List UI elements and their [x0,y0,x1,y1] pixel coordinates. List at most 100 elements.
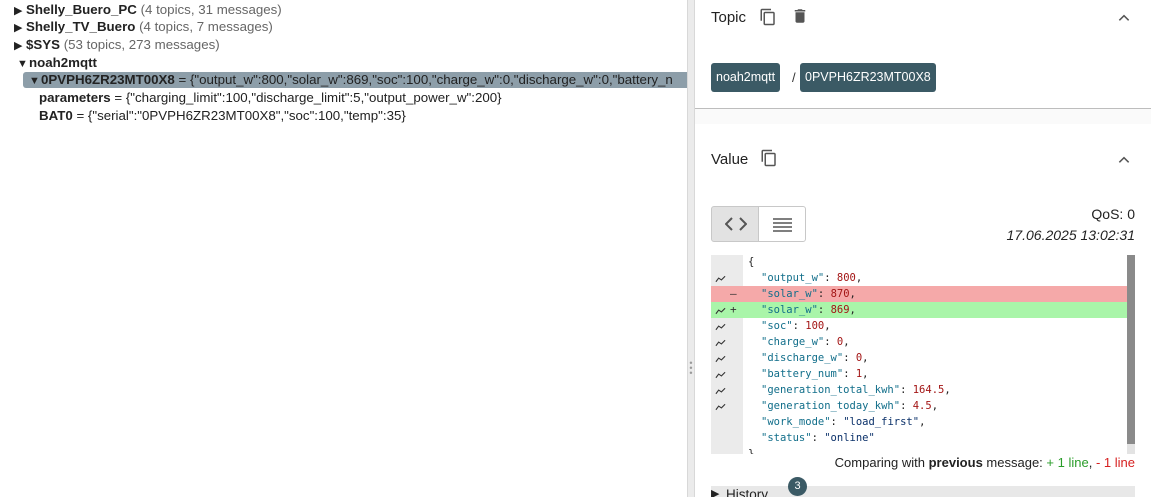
diff-line-code: "status": "online" [761,432,875,444]
tree-node-sys[interactable]: ▶ $SYS (53 topics, 273 messages) [14,36,220,54]
diff-line: "work_mode": "load_first", [711,414,1127,430]
copy-icon[interactable] [759,8,777,26]
tree-node-name: parameters [39,90,111,105]
diff-line-code: "solar_w": 869, [761,304,856,316]
tree-node-meta: (53 topics, 273 messages) [63,37,220,52]
selected-row-content: ▼0PVPH6ZR23MT00X8 = {"output_w":800,"sol… [23,72,687,88]
code-icon [725,217,747,231]
diff-line: "charge_w": 0, [711,334,1127,350]
tree-node-meta: (4 topics, 7 messages) [139,19,273,34]
message-timestamp: 17.06.2025 13:02:31 [1006,227,1135,243]
diff-gutter-cell: – [711,286,743,302]
diff-gutter-cell [711,350,743,366]
panel-splitter[interactable]: • • • [687,0,695,497]
qos-label: QoS: 0 [1091,206,1135,222]
tree-node-value: = {"output_w":800,"solar_w":869,"soc":10… [178,72,673,87]
diff-line-code: "discharge_w": 0, [761,352,869,364]
diff-line-code: "battery_num": 1, [761,368,869,380]
diff-gutter-cell [711,446,743,454]
tree-node-meta: (4 topics, 31 messages) [140,2,282,17]
topic-card: Topic noah2mqtt / 0PVPH6ZR23MT00X8 [695,0,1151,109]
diff-line-added: + "solar_w": 869, [711,302,1127,318]
collapse-arrow-icon[interactable]: ▼ [17,55,29,73]
diff-line: "discharge_w": 0, [711,350,1127,366]
list-icon [773,218,792,232]
raw-view-toggle[interactable] [758,206,806,242]
tree-node-noah2mqtt[interactable]: ▼noah2mqtt [17,54,97,72]
diff-line: "status": "online" [711,430,1127,446]
diff-gutter-cell [711,334,743,350]
breadcrumb-chip-device[interactable]: 0PVPH6ZR23MT00X8 [800,63,936,92]
added-count: + 1 line [1046,455,1089,470]
diff-line-code: "generation_total_kwh": 164.5, [761,384,951,396]
diff-line: "generation_total_kwh": 164.5, [711,382,1127,398]
diff-gutter-cell [711,255,743,270]
diff-gutter-cell [711,366,743,382]
tree-node-name: 0PVPH6ZR23MT00X8 [41,72,175,87]
tree-node-name: Shelly_TV_Buero [26,19,136,34]
delete-icon[interactable] [791,7,809,25]
plus-icon: + [730,303,737,316]
tree-node-name: noah2mqtt [29,55,97,70]
diff-line-code: "soc": 100, [761,320,831,332]
scrollbar-thumb[interactable] [1127,255,1135,444]
chevron-up-icon[interactable] [1117,153,1131,167]
tree-node-name: BAT0 [39,108,73,123]
drag-handle-icon[interactable]: • • • [689,359,693,378]
diff-line-code: } [748,448,755,454]
minus-icon: – [730,287,737,300]
tree-node-selected[interactable]: ▼0PVPH6ZR23MT00X8 = {"output_w":800,"sol… [23,72,687,88]
tree-node-shelly-tv-buero[interactable]: ▶ Shelly_TV_Buero (4 topics, 7 messages) [14,18,273,36]
diff-line: { [711,255,1127,270]
diff-gutter-cell: + [711,302,743,318]
diff-line: } [711,446,1127,454]
tree-node-bat0[interactable]: BAT0 = {"serial":"0PVPH6ZR23MT00X8","soc… [39,107,406,125]
tree-node-name: $SYS [26,37,61,52]
details-panel: Topic noah2mqtt / 0PVPH6ZR23MT00X8 Value [695,0,1151,497]
expand-arrow-icon[interactable]: ▶ [14,19,26,37]
diff-line: "output_w": 800, [711,270,1127,286]
diff-line-code: "solar_w": 870, [761,288,856,300]
diff-viewer: { "output_w": 800, – "solar_w": 870, + "solar… [711,255,1135,454]
history-label: History [726,487,769,497]
tree-node-parameters[interactable]: parameters = {"charging_limit":100,"disc… [39,89,502,107]
diff-gutter-cell [711,270,743,286]
diff-gutter-cell [711,430,743,446]
diff-gutter-cell [711,398,743,414]
diff-line-code: "work_mode": "load_first", [761,416,926,428]
breadcrumb-separator: / [792,70,796,85]
diff-line: "soc": 100, [711,318,1127,334]
compare-separator: , [1088,455,1093,470]
chevron-up-icon[interactable] [1117,11,1131,25]
copy-icon[interactable] [760,149,778,167]
history-count-badge: 3 [788,477,807,496]
topic-title: Topic [711,9,747,26]
diff-gutter-cell [711,318,743,334]
removed-count: - 1 line [1095,455,1135,470]
diff-line-code: { [748,256,755,268]
compare-suffix: message: [986,455,1043,470]
tree-node-name: Shelly_Buero_PC [26,2,137,17]
tree-node-value: = {"serial":"0PVPH6ZR23MT00X8","soc":100… [76,108,406,123]
diff-gutter-cell [711,382,743,398]
history-section[interactable]: ▶ History [711,486,1135,497]
expand-arrow-icon: ▶ [711,488,720,497]
tree-node-value: = {"charging_limit":100,"discharge_limit… [114,90,502,105]
topic-tree: ▶ Shelly_Buero_PC (4 topics, 31 messages)… [0,0,687,497]
breadcrumb-chip-root[interactable]: noah2mqtt [711,63,781,92]
diff-line-code: "generation_today_kwh": 4.5, [761,400,939,412]
compare-prefix: Comparing with [834,455,925,470]
diff-line: "battery_num": 1, [711,366,1127,382]
code-view-toggle[interactable] [711,206,759,242]
expand-arrow-icon[interactable]: ▶ [14,37,26,55]
diff-line-code: "charge_w": 0, [761,336,850,348]
collapse-arrow-icon[interactable]: ▼ [29,73,41,89]
compare-summary: Comparing with previous message: + 1 lin… [835,455,1135,470]
diff-gutter-cell [711,414,743,430]
compare-bold: previous [928,455,983,470]
tree-node-shelly-buero-pc[interactable]: ▶ Shelly_Buero_PC (4 topics, 31 messages) [14,1,282,19]
diff-line-code: "output_w": 800, [761,272,863,284]
vertical-scrollbar[interactable] [1127,255,1135,454]
diff-line: "generation_today_kwh": 4.5, [711,398,1127,414]
value-title: Value [711,151,749,168]
